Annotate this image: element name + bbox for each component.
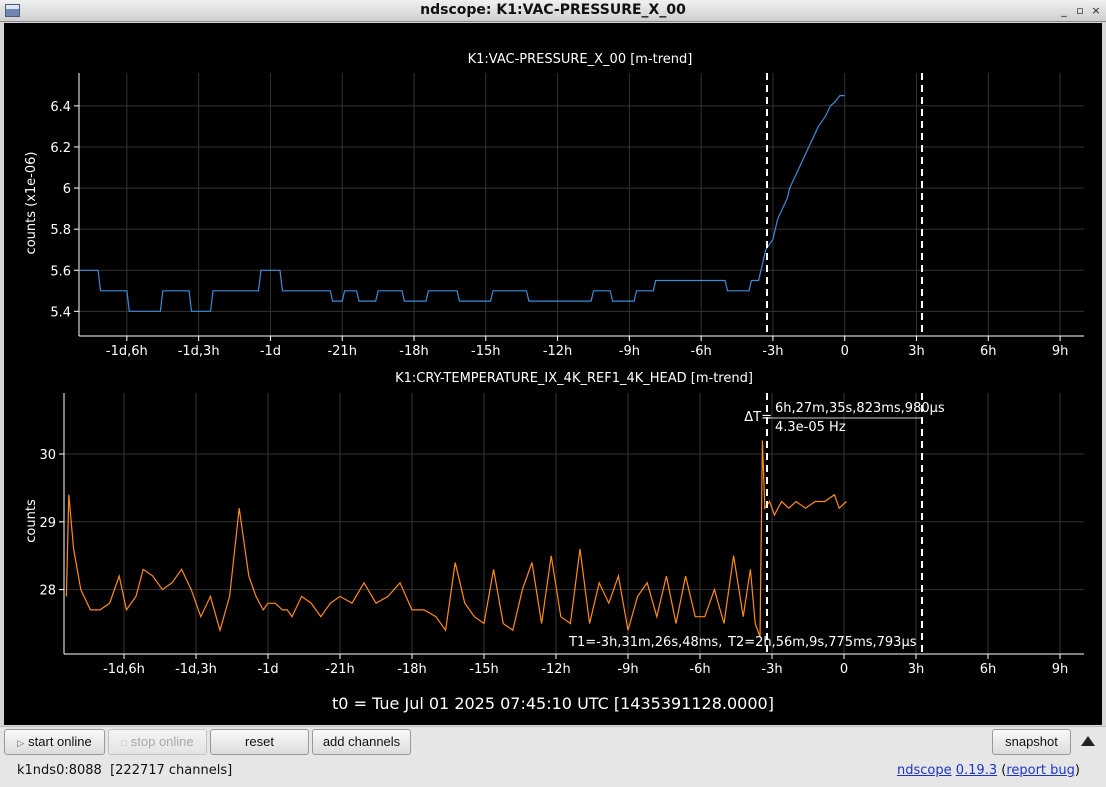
- plot1-y-tick-labels: 5.4 5.6 5.8 6 6.2 6.4: [50, 100, 71, 320]
- x-tick-label: -1d,3h: [175, 662, 217, 677]
- cursor-delta-value: 6h,27m,35s,823ms,980µs: [775, 401, 945, 416]
- start-online-label: start online: [28, 734, 92, 749]
- plots-svg[interactable]: K1:VAC-PRESSURE_X_00 [m-trend] 5.4 5.6 5.8…: [4, 23, 1102, 725]
- y-tick-label: 29: [39, 516, 56, 531]
- y-tick-label: 28: [39, 584, 56, 599]
- plot2-x-tick-labels: -1d,6h -1d,3h -1d -21h -18h -15h -12h -9h -6h -3h…: [103, 662, 1068, 677]
- close-icon[interactable]: ×: [1089, 3, 1103, 18]
- x-tick-label: 9h: [1052, 344, 1069, 359]
- x-tick-label: -1d: [260, 344, 281, 359]
- plot1-title: K1:VAC-PRESSURE_X_00 [m-trend]: [468, 52, 693, 67]
- version-link[interactable]: 0.19.3: [956, 763, 997, 778]
- status-bar: k1nds0:8088 [222717 channels] ndscope 0.…: [0, 758, 1106, 787]
- channel-count: [222717 channels]: [110, 763, 233, 778]
- cursor-t2-label: T2=2h,56m,9s,775ms,793µs: [727, 635, 917, 650]
- add-channels-button[interactable]: add channels: [312, 729, 411, 755]
- y-tick-label: 30: [39, 448, 56, 463]
- x-tick-label: -21h: [327, 344, 356, 359]
- x-tick-label: -12h: [541, 662, 570, 677]
- x-tick-label: -1d: [257, 662, 278, 677]
- x-tick-label: -9h: [617, 662, 638, 677]
- reset-label: reset: [245, 734, 274, 749]
- y-tick-label: 6.4: [50, 100, 71, 115]
- snapshot-button[interactable]: snapshot: [992, 729, 1071, 755]
- y-tick-label: 5.4: [50, 305, 71, 320]
- maximize-icon[interactable]: ▫: [1073, 3, 1087, 18]
- toolbar: ▷ start online □ stop online reset add cha…: [0, 726, 1106, 758]
- server-address: k1nds0:8088: [17, 763, 102, 778]
- x-tick-label: 6h: [980, 344, 997, 359]
- x-tick-label: 0: [840, 662, 848, 677]
- plot1-y-axis-label: counts (x1e-06): [24, 152, 39, 255]
- x-tick-label: -1d,6h: [103, 662, 145, 677]
- y-tick-label: 5.6: [50, 264, 71, 279]
- x-tick-label: 0: [841, 344, 849, 359]
- plot2-series-line[interactable]: [65, 440, 847, 638]
- plot2-y-tick-labels: 28 29 30: [39, 448, 56, 599]
- x-tick-label: 6h: [980, 662, 997, 677]
- start-online-button[interactable]: ▷ start online: [4, 729, 105, 755]
- snapshot-label: snapshot: [1005, 734, 1058, 749]
- about-links: ndscope 0.19.3 (report bug): [896, 763, 1080, 778]
- window-title: ndscope: K1:VAC-PRESSURE_X_00: [420, 2, 686, 18]
- cursor-delta-label: ΔT=: [744, 410, 772, 425]
- ndscope-link[interactable]: ndscope: [897, 763, 952, 778]
- x-tick-label: 3h: [908, 344, 925, 359]
- x-tick-label: -1d,3h: [178, 344, 220, 359]
- server-status: k1nds0:8088 [222717 channels]: [17, 763, 232, 778]
- y-tick-label: 6.2: [50, 141, 71, 156]
- stop-online-label: stop online: [130, 734, 194, 749]
- y-tick-label: 5.8: [50, 223, 71, 238]
- plot2-y-axis-label: counts: [24, 499, 39, 543]
- x-tick-label: -6h: [691, 344, 712, 359]
- x-tick-label: -1d,6h: [106, 344, 148, 359]
- x-tick-label: -6h: [689, 662, 710, 677]
- reset-button[interactable]: reset: [210, 729, 309, 755]
- x-tick-label: -3h: [762, 344, 783, 359]
- plot1-series-line[interactable]: [79, 94, 845, 312]
- x-tick-label: -15h: [469, 662, 498, 677]
- x-tick-label: -15h: [471, 344, 500, 359]
- x-tick-label: -3h: [761, 662, 782, 677]
- x-tick-label: -18h: [397, 662, 426, 677]
- expand-panel-icon[interactable]: [1081, 736, 1095, 746]
- stop-online-button[interactable]: □ stop online: [108, 729, 207, 755]
- t0-label: t0 = Tue Jul 01 2025 07:45:10 UTC [14353…: [332, 694, 774, 713]
- x-tick-label: -21h: [325, 662, 354, 677]
- window-titlebar: ndscope: K1:VAC-PRESSURE_X_00 _ ▫ ×: [0, 0, 1106, 22]
- x-tick-label: -9h: [619, 344, 640, 359]
- x-tick-label: -12h: [543, 344, 572, 359]
- plot-area[interactable]: K1:VAC-PRESSURE_X_00 [m-trend] 5.4 5.6 5.8…: [4, 23, 1102, 725]
- play-icon: ▷: [17, 738, 25, 748]
- y-tick-label: 6: [63, 182, 71, 197]
- plot2-title: K1:CRY-TEMPERATURE_IX_4K_REF1_4K_HEAD [m…: [395, 371, 753, 386]
- x-tick-label: -18h: [399, 344, 428, 359]
- plot1-x-tick-labels: -1d,6h -1d,3h -1d -21h -18h -15h -12h -9h -6h -3h…: [106, 344, 1068, 359]
- stop-icon: □: [121, 738, 127, 748]
- x-tick-label: 9h: [1052, 662, 1069, 677]
- add-channels-label: add channels: [322, 734, 401, 749]
- minimize-icon[interactable]: _: [1057, 3, 1071, 18]
- cursor-t1-label: T1=-3h,31m,26s,48ms,: [568, 635, 722, 650]
- report-bug-link[interactable]: report bug: [1006, 763, 1075, 778]
- cursor-frequency: 4.3e-05 Hz: [775, 420, 846, 435]
- x-tick-label: 3h: [908, 662, 925, 677]
